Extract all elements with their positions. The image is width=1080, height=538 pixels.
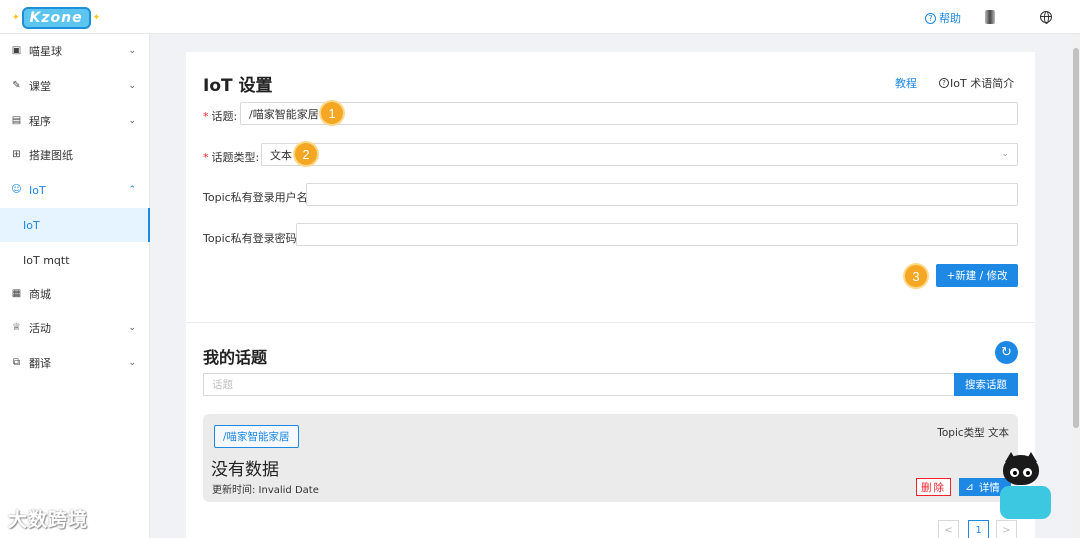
trophy-icon: ♕ xyxy=(12,322,21,333)
sidebar-item-label: 课堂 xyxy=(29,80,51,93)
pagination-page-1[interactable]: 1 xyxy=(968,520,989,538)
smile-icon: ☺ xyxy=(11,184,22,195)
marker-1: 1 xyxy=(321,102,343,124)
shop-icon: ▦ xyxy=(11,288,22,299)
calendar-icon: ▣ xyxy=(11,45,22,56)
scrollbar[interactable] xyxy=(1072,34,1080,538)
topic-type-value: 文本 xyxy=(270,148,292,162)
translate-icon: ⧉ xyxy=(12,357,21,368)
mascot-assistant[interactable] xyxy=(1000,452,1052,520)
update-time: 更新时间: Invalid Date xyxy=(212,485,319,496)
chevron-down-icon: ⌄ xyxy=(128,81,136,91)
password-input[interactable] xyxy=(296,223,1018,246)
topic-tag[interactable]: /喵家智能家居 xyxy=(214,425,299,448)
watermark: 大数跨境 xyxy=(8,509,89,531)
sidebar-item-activities[interactable]: ♕ 活动 ⌄ xyxy=(0,311,150,345)
sidebar-item-label: 程序 xyxy=(29,115,51,128)
page-title: IoT 设置 xyxy=(203,76,273,96)
topic-input-value: /喵家智能家居 xyxy=(249,107,319,121)
sparkle-icon: ✦ xyxy=(12,13,20,23)
sidebar-item-label: IoT mqtt xyxy=(23,253,70,267)
marker-3: 3 xyxy=(905,265,927,287)
kzone-logo[interactable]: ✦ Kzone ✦ xyxy=(10,7,102,29)
topic-type-label: * 话题类型: xyxy=(203,151,260,164)
search-topic-button[interactable]: 搜索话题 xyxy=(954,373,1018,396)
marker-2: 2 xyxy=(295,143,317,165)
sidebar-item-iot-mqtt[interactable]: IoT mqtt xyxy=(0,243,150,277)
globe-icon[interactable] xyxy=(1040,11,1052,24)
scrollbar-thumb[interactable] xyxy=(1073,48,1079,428)
sidebar-item-programs[interactable]: ▤ 程序 ⌄ xyxy=(0,104,150,138)
chevron-down-icon: ⌄ xyxy=(128,358,136,368)
sidebar-item-label: 喵星球 xyxy=(29,45,62,58)
sidebar-item-translate[interactable]: ⧉ 翻译 ⌄ xyxy=(0,346,150,380)
topic-search-input[interactable]: 话题 xyxy=(203,373,955,396)
sidebar: ▣ 喵星球 ⌄ ✎ 课堂 ⌄ ▤ 程序 ⌄ ⊞ 搭建图纸 ☺ IoT ⌃ IoT… xyxy=(0,34,150,538)
section-title: 我的话题 xyxy=(203,348,268,367)
sidebar-item-label: 搭建图纸 xyxy=(29,149,73,162)
password-label: Topic私有登录密码: xyxy=(203,232,301,245)
chevron-down-icon: ⌄ xyxy=(128,46,136,56)
avatar[interactable] xyxy=(985,10,995,24)
create-update-button[interactable]: +新建 / 修改 xyxy=(936,264,1018,287)
question-icon: ? xyxy=(925,12,936,24)
help-link[interactable]: ? 帮助 xyxy=(925,10,961,26)
refresh-button[interactable]: ↻ xyxy=(995,341,1018,364)
username-input[interactable] xyxy=(306,183,1018,206)
sidebar-item-miaoxingqiu[interactable]: ▣ 喵星球 ⌄ xyxy=(0,34,150,68)
chevron-down-icon: ⌄ xyxy=(128,116,136,126)
sidebar-item-label: IoT xyxy=(29,183,46,197)
delete-button[interactable]: 删除 xyxy=(916,478,951,496)
pagination-next[interactable]: > xyxy=(996,520,1017,538)
sidebar-item-blueprints[interactable]: ⊞ 搭建图纸 xyxy=(0,138,150,172)
chevron-down-icon: ⌄ xyxy=(128,323,136,333)
topic-label: * 话题: xyxy=(203,110,238,123)
chevron-down-icon: ⌄ xyxy=(1001,149,1009,159)
pagination-prev[interactable]: < xyxy=(938,520,959,538)
refresh-icon: ↻ xyxy=(1001,345,1012,360)
cat-icon xyxy=(1003,455,1039,485)
sidebar-item-iot-group[interactable]: ☺ IoT ⌃ xyxy=(0,173,150,207)
help-label: 帮助 xyxy=(939,12,961,25)
chevron-up-icon: ⌃ xyxy=(128,185,136,195)
username-label: Topic私有登录用户名: xyxy=(203,191,312,204)
sidebar-item-iot[interactable]: IoT xyxy=(0,208,150,242)
glossary-link[interactable]: ? IoT 术语简介 xyxy=(939,75,1014,91)
sidebar-item-label: 商城 xyxy=(29,288,51,301)
my-topics-card: 我的话题 ↻ 话题 搜索话题 /喵家智能家居 Topic类型 文本 没有数据 更… xyxy=(186,322,1035,538)
no-data-text: 没有数据 xyxy=(211,460,279,480)
chart-icon: ⊿ xyxy=(965,481,974,493)
iot-settings-card: IoT 设置 教程 ? IoT 术语简介 * 话题: /喵家智能家居 1 * 话题类… xyxy=(186,52,1035,322)
tutorial-link[interactable]: 教程 xyxy=(895,75,917,91)
topic-type-text: Topic类型 文本 xyxy=(937,427,1009,439)
save-icon: ▤ xyxy=(11,115,22,126)
sidebar-item-label: IoT xyxy=(23,218,40,232)
sidebar-item-label: 翻译 xyxy=(29,357,51,370)
question-icon: ? xyxy=(939,78,949,88)
detail-label: 详情 xyxy=(978,481,1000,494)
blocks-icon: ⊞ xyxy=(12,149,21,160)
topic-input[interactable]: /喵家智能家居 xyxy=(240,102,1018,125)
topic-type-select[interactable]: 文本 ⌄ xyxy=(261,143,1018,166)
top-bar: ✦ Kzone ✦ ? 帮助 xyxy=(0,0,1080,34)
pen-icon: ✎ xyxy=(12,80,21,91)
sparkle-icon: ✦ xyxy=(92,13,101,23)
sidebar-item-shop[interactable]: ▦ 商城 xyxy=(0,277,150,311)
topic-card: /喵家智能家居 Topic类型 文本 没有数据 更新时间: Invalid Da… xyxy=(203,414,1018,502)
logo-text: Kzone xyxy=(21,7,91,29)
search-placeholder: 话题 xyxy=(212,379,233,391)
sidebar-item-label: 活动 xyxy=(29,322,51,335)
glossary-link-label: IoT 术语简介 xyxy=(950,77,1015,90)
sidebar-item-classroom[interactable]: ✎ 课堂 ⌄ xyxy=(0,69,150,103)
